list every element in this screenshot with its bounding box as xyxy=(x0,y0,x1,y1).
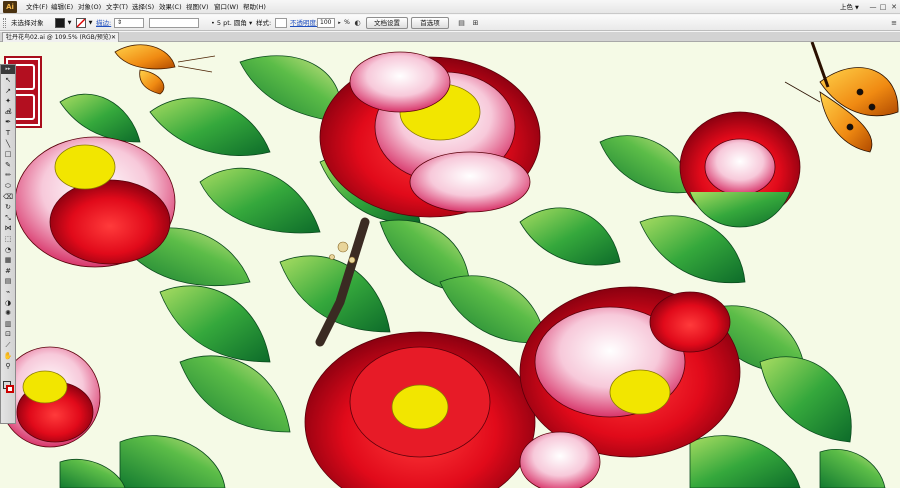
lasso-tool-icon[interactable]: ൿ xyxy=(2,108,14,116)
chevron-down-icon[interactable]: ▼ xyxy=(66,19,73,27)
blob-brush-tool-icon[interactable]: ⬭ xyxy=(2,182,14,190)
artboard-canvas[interactable] xyxy=(0,42,900,488)
width-tool-icon[interactable]: ⋈ xyxy=(2,224,14,232)
butterfly-top xyxy=(114,44,216,95)
document-tab-bar: 牡丹花鸟02.ai @ 109.5% (RGB/预览) ✕ xyxy=(0,32,900,42)
menu-type[interactable]: 文字(T) xyxy=(104,2,130,13)
stroke-swatch[interactable] xyxy=(76,18,86,28)
stroke-weight-field[interactable]: ⇕ xyxy=(114,18,144,28)
menu-object[interactable]: 对象(O) xyxy=(76,2,103,13)
pen-tool-icon[interactable]: ✒ xyxy=(2,118,14,126)
eyedropper-tool-icon[interactable]: ⌁ xyxy=(2,288,14,296)
paintbrush-tool-icon[interactable]: ✎ xyxy=(2,161,14,169)
rectangle-tool-icon[interactable]: □ xyxy=(2,150,14,158)
grip-icon[interactable] xyxy=(3,18,6,28)
opacity-label[interactable]: 不透明度: xyxy=(290,18,318,28)
style-label: 样式: xyxy=(256,19,272,27)
variable-width-field[interactable] xyxy=(149,18,199,28)
document-tab[interactable]: 牡丹花鸟02.ai @ 109.5% (RGB/预览) ✕ xyxy=(2,32,119,42)
menu-bar: Ai 文件(F) 编辑(E) 对象(O) 文字(T) 选择(S) 效果(C) 视… xyxy=(0,0,900,14)
peony-bud-right xyxy=(679,111,801,228)
menu-window[interactable]: 窗口(W) xyxy=(212,2,241,13)
menu-effect[interactable]: 效果(C) xyxy=(157,2,184,13)
maximize-icon[interactable]: □ xyxy=(878,2,888,12)
peony-left xyxy=(14,136,176,268)
type-tool-icon[interactable]: T xyxy=(2,129,14,137)
workspace-switcher[interactable]: 上色 ▼ xyxy=(840,2,866,12)
opacity-unit: % xyxy=(344,19,350,26)
align-icon[interactable]: ▤ xyxy=(456,18,467,28)
magic-wand-tool-icon[interactable]: ✦ xyxy=(2,97,14,105)
menu-file[interactable]: 文件(F) xyxy=(24,2,50,13)
free-transform-tool-icon[interactable]: ⬚ xyxy=(2,235,14,243)
brush-value: 5 pt. 圆角 xyxy=(216,19,247,27)
minimize-icon[interactable]: — xyxy=(868,2,878,12)
recolor-icon[interactable]: ◐ xyxy=(352,18,363,28)
menu-edit[interactable]: 编辑(E) xyxy=(49,2,75,13)
artboard-tool-icon[interactable]: ⊡ xyxy=(2,330,14,338)
app-logo-icon: Ai xyxy=(3,1,17,13)
selection-status: 未选择对象 xyxy=(11,19,44,27)
symbol-sprayer-tool-icon[interactable]: ✺ xyxy=(2,309,14,317)
menu-help[interactable]: 帮助(H) xyxy=(241,2,268,13)
peony-top-center xyxy=(319,51,541,218)
no-color-slash-icon xyxy=(76,18,86,28)
column-graph-tool-icon[interactable]: ▥ xyxy=(2,320,14,328)
preferences-button[interactable]: 首选项 xyxy=(411,17,449,29)
peony-artwork[interactable] xyxy=(0,42,900,488)
workspace-label: 上色 xyxy=(840,3,853,11)
seal-glyph xyxy=(13,64,35,90)
close-window-icon[interactable]: ✕ xyxy=(889,2,899,12)
selection-tool-icon[interactable]: ↖ xyxy=(2,76,14,84)
chevron-down-icon[interactable]: ▼ xyxy=(87,19,94,27)
butterfly-right xyxy=(784,42,899,153)
chevron-down-icon: ▾ xyxy=(246,19,253,27)
menu-select[interactable]: 选择(S) xyxy=(130,2,156,13)
close-icon[interactable]: ✕ xyxy=(111,33,116,42)
control-bar: 未选择对象 ▼ ▼ 描边: ⇕ • 5 pt. 圆角 ▾ 样式: 不透明度: 1… xyxy=(0,15,900,31)
panel-menu-icon[interactable]: ≡ xyxy=(890,18,898,28)
transform-icon[interactable]: ⊞ xyxy=(470,18,481,28)
toolbox-header[interactable]: ▸▸ xyxy=(1,65,15,74)
hand-tool-icon[interactable]: ✋ xyxy=(2,352,14,360)
zoom-tool-icon[interactable]: ⚲ xyxy=(2,362,14,370)
scale-tool-icon[interactable]: ⤡ xyxy=(2,214,14,222)
eraser-tool-icon[interactable]: ⌫ xyxy=(2,193,14,201)
graphic-style-picker[interactable] xyxy=(275,18,287,28)
gradient-tool-icon[interactable]: ▤ xyxy=(2,277,14,285)
perspective-grid-tool-icon[interactable]: ▦ xyxy=(2,256,14,264)
peony-bottom-center xyxy=(304,331,536,488)
rotate-tool-icon[interactable]: ↻ xyxy=(2,203,14,211)
opacity-field[interactable]: 100 xyxy=(317,18,335,28)
seal-glyph xyxy=(13,94,35,120)
stroke-label[interactable]: 描边: xyxy=(96,18,111,28)
slice-tool-icon[interactable]: ⟋ xyxy=(2,341,14,349)
shape-builder-tool-icon[interactable]: ◔ xyxy=(2,246,14,254)
line-tool-icon[interactable]: ╲ xyxy=(2,140,14,148)
blend-tool-icon[interactable]: ◑ xyxy=(2,299,14,307)
menu-view[interactable]: 视图(V) xyxy=(184,2,211,13)
stepper-icon: ⇕ xyxy=(117,19,123,26)
document-tab-title: 牡丹花鸟02.ai @ 109.5% (RGB/预览) xyxy=(6,34,112,41)
toolbox-panel: ▸▸ ↖ ↗ ✦ ൿ ✒ T ╲ □ ✎ ✏ ⬭ ⌫ ↻ ⤡ ⋈ ⬚ ◔ ▦ # ▤ ⌁ ◑ ✺ ▥ ⊡ ⟋ ✋ ⚲ xyxy=(0,64,16,424)
pencil-tool-icon[interactable]: ✏ xyxy=(2,171,14,179)
fill-swatch[interactable] xyxy=(55,18,65,28)
document-setup-button[interactable]: 文档设置 xyxy=(366,17,408,29)
direct-selection-tool-icon[interactable]: ↗ xyxy=(2,87,14,95)
mesh-tool-icon[interactable]: # xyxy=(2,267,14,275)
brush-definition-field[interactable]: • 5 pt. 圆角 ▾ xyxy=(211,18,252,28)
stroke-color-chip[interactable] xyxy=(6,385,14,393)
chevron-down-icon: ▼ xyxy=(855,5,859,11)
